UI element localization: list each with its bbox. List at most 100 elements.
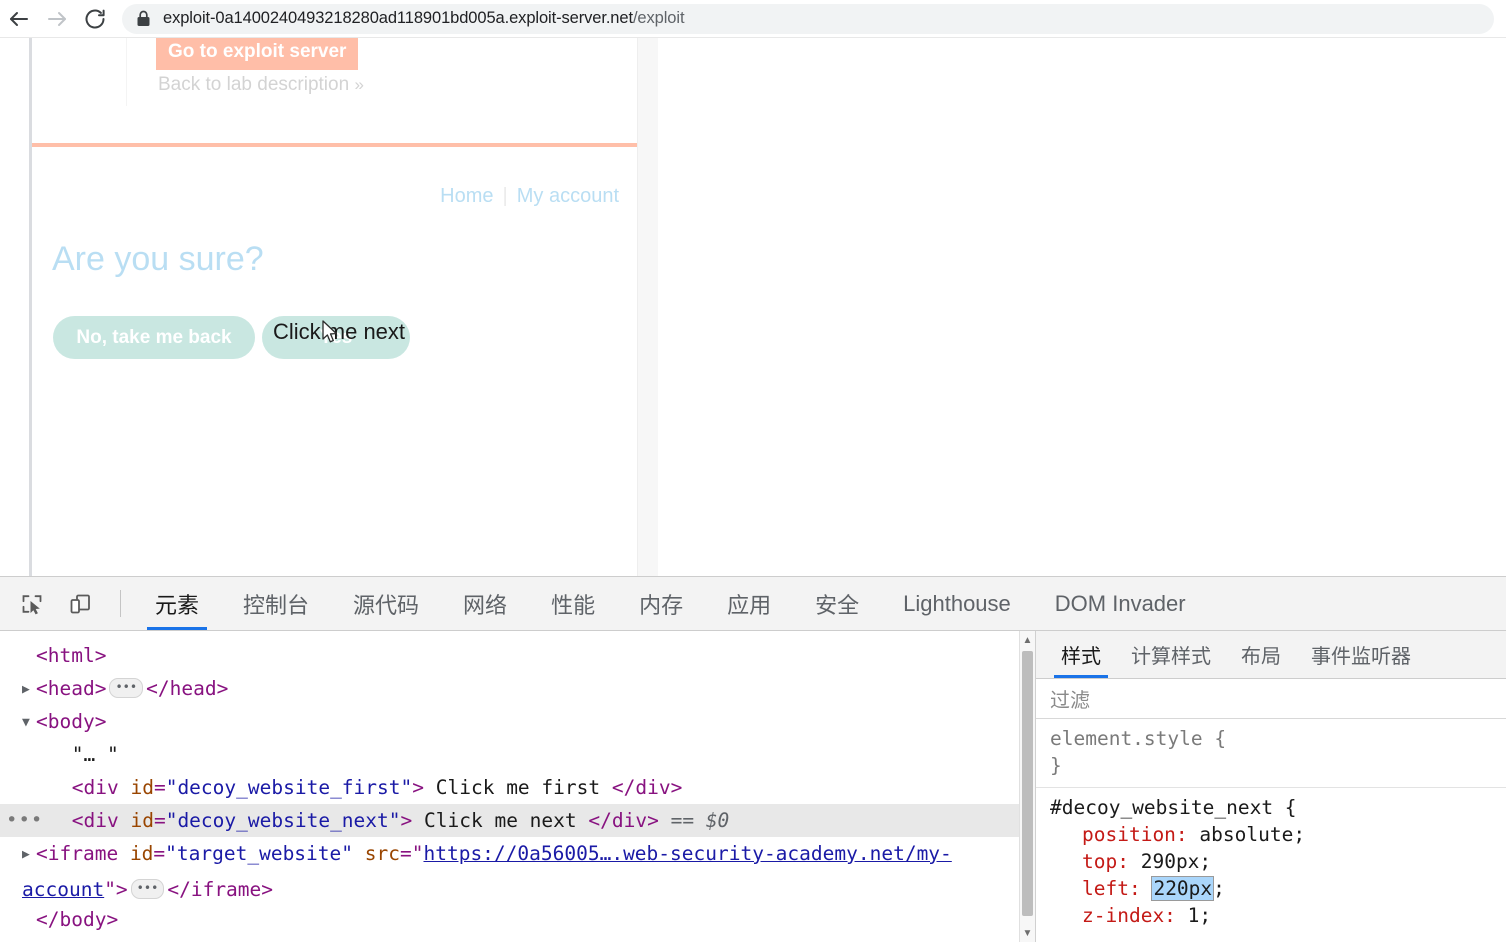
scrollbar-thumb[interactable] (1022, 651, 1033, 916)
declaration-position[interactable]: position: absolute; (1050, 821, 1506, 848)
dom-row-body-close[interactable]: </body> (0, 903, 1035, 936)
dom-tag-open: <div (72, 809, 119, 832)
nav-home-link[interactable]: Home (440, 185, 493, 207)
address-bar[interactable]: exploit-0a1400240493218280ad118901bd005a… (122, 4, 1494, 34)
declaration-top[interactable]: top: 290px; (1050, 848, 1506, 875)
twisty-expanded-icon[interactable]: ▼ (22, 706, 36, 739)
twisty-spacer (22, 904, 36, 937)
lab-banner: Go to exploit server Back to lab descrip… (32, 38, 637, 144)
dom-tree-scrollbar[interactable]: ▲ ▼ (1019, 631, 1035, 942)
dom-tag-open: <iframe (36, 842, 118, 865)
dom-node-head: <head> (36, 677, 106, 700)
back-button[interactable] (0, 0, 38, 38)
dom-node-head-close: </head> (146, 677, 228, 700)
inspect-element-icon (20, 592, 44, 616)
tab-styles[interactable]: 样式 (1046, 631, 1116, 678)
scroll-up-arrow-icon[interactable]: ▲ (1020, 631, 1035, 649)
tab-performance[interactable]: 性能 (529, 577, 617, 630)
property-value[interactable]: 290px; (1141, 850, 1211, 873)
tab-dom-invader[interactable]: DOM Invader (1033, 577, 1208, 630)
property-name: z-index: (1050, 902, 1176, 929)
tab-security[interactable]: 安全 (793, 577, 881, 630)
dom-attr-name-id: id (130, 842, 153, 865)
dom-tag-close: </div> (612, 776, 682, 799)
declaration-left[interactable]: left: 220px; (1050, 875, 1506, 902)
inspect-element-button[interactable] (8, 577, 56, 630)
device-toolbar-button[interactable] (56, 577, 104, 630)
back-to-lab-label: Back to lab description (158, 74, 349, 95)
property-value[interactable]: 1; (1188, 904, 1211, 927)
dom-row-html-close[interactable]: </html> (0, 936, 1035, 942)
tab-event-listeners-label: 事件监听器 (1311, 640, 1411, 669)
mouse-cursor (322, 320, 339, 350)
property-value-editing[interactable]: 220px (1152, 877, 1213, 900)
dom-tag-close: </iframe> (167, 878, 273, 901)
device-toolbar-icon (68, 592, 92, 616)
declaration-z-index[interactable]: z-index: 1; (1050, 902, 1506, 929)
twisty-spacer (22, 805, 36, 838)
page-viewport: Go to exploit server Back to lab descrip… (0, 38, 1506, 576)
url-path: /exploit (633, 9, 684, 27)
arrow-right-icon (45, 7, 69, 31)
dom-row-body-open[interactable]: ▼<body> (0, 705, 1035, 738)
tab-network-label: 网络 (463, 588, 507, 620)
rule-decoy-website-next[interactable]: #decoy_website_next { position: absolute… (1050, 794, 1506, 933)
dom-tag-open: <div (72, 776, 119, 799)
target-website-iframe: Home|My account Are you sure? No, take m… (32, 147, 637, 576)
rule-selector: element.style { (1050, 725, 1506, 752)
property-name: left: (1050, 875, 1141, 902)
dom-attr-value-id[interactable]: "decoy_website_next" (166, 809, 401, 832)
dom-row-decoy-first[interactable]: <div id="decoy_website_first"> Click me … (0, 771, 1035, 804)
tab-console-label: 控制台 (243, 588, 309, 620)
rule-element-style[interactable]: element.style { } (1050, 725, 1506, 783)
go-to-exploit-server-button[interactable]: Go to exploit server (156, 38, 358, 70)
tab-memory-label: 内存 (639, 588, 683, 620)
tab-network[interactable]: 网络 (441, 577, 529, 630)
styles-filter-input[interactable]: 过滤 (1036, 679, 1506, 719)
dom-tree-pane: <html> ▶<head>•••</head> ▼<body> "… " <d… (0, 631, 1036, 942)
dom-node-text: Click me first (436, 776, 600, 799)
tab-computed[interactable]: 计算样式 (1116, 631, 1226, 678)
dom-text-node: "… " (48, 743, 119, 766)
rule-close-brace: } (1050, 752, 1506, 779)
dom-row-html-open[interactable]: <html> (0, 639, 1035, 672)
twisty-collapsed-icon[interactable]: ▶ (22, 838, 36, 871)
collapsed-content-icon[interactable]: ••• (109, 678, 143, 698)
dom-row-head[interactable]: ▶<head>•••</head> (0, 672, 1035, 705)
dom-row-decoy-next[interactable]: ••• <div id="decoy_website_next"> Click … (0, 804, 1035, 837)
arrow-left-icon (7, 7, 31, 31)
twisty-spacer (22, 739, 36, 772)
no-take-me-back-button[interactable]: No, take me back (53, 316, 255, 359)
nav-my-account-link[interactable]: My account (517, 185, 619, 207)
browser-toolbar: exploit-0a1400240493218280ad118901bd005a… (0, 0, 1506, 38)
tab-performance-label: 性能 (551, 588, 595, 620)
dom-row-text-node[interactable]: "… " (0, 738, 1035, 771)
scroll-down-arrow-icon[interactable]: ▼ (1020, 924, 1035, 942)
tab-console[interactable]: 控制台 (221, 577, 331, 630)
tab-event-listeners[interactable]: 事件监听器 (1296, 631, 1426, 678)
tab-computed-label: 计算样式 (1131, 640, 1211, 669)
tab-elements[interactable]: 元素 (133, 577, 221, 630)
styles-pane: 样式 计算样式 布局 事件监听器 过滤 element.style { } #d… (1036, 631, 1506, 942)
dom-attr-value-id: "target_website" (165, 842, 353, 865)
back-to-lab-description-link[interactable]: Back to lab description » (158, 74, 364, 96)
decoy-website-next[interactable]: Click me next (273, 319, 405, 345)
devtools-body: <html> ▶<head>•••</head> ▼<body> "… " <d… (0, 631, 1506, 942)
dom-row-iframe[interactable]: ▶<iframe id="target_website" src="https:… (0, 837, 1035, 903)
dom-node-html: <html> (36, 644, 106, 667)
tab-lighthouse[interactable]: Lighthouse (881, 577, 1033, 630)
cursor-arrow-icon (322, 320, 339, 345)
tab-layout[interactable]: 布局 (1226, 631, 1296, 678)
reload-icon (83, 7, 107, 31)
lab-banner-divider (126, 38, 127, 106)
reload-button[interactable] (76, 0, 114, 38)
tab-memory[interactable]: 内存 (617, 577, 705, 630)
twisty-collapsed-icon[interactable]: ▶ (22, 673, 36, 706)
tab-sources[interactable]: 源代码 (331, 577, 441, 630)
forward-button[interactable] (38, 0, 76, 38)
collapsed-content-icon[interactable]: ••• (131, 879, 165, 899)
devtools-tabbar: 元素 控制台 源代码 网络 性能 内存 应用 安全 Lighthouse DOM… (0, 577, 1506, 631)
tab-application[interactable]: 应用 (705, 577, 793, 630)
tab-dom-invader-label: DOM Invader (1055, 591, 1186, 617)
property-value[interactable]: absolute; (1199, 823, 1305, 846)
